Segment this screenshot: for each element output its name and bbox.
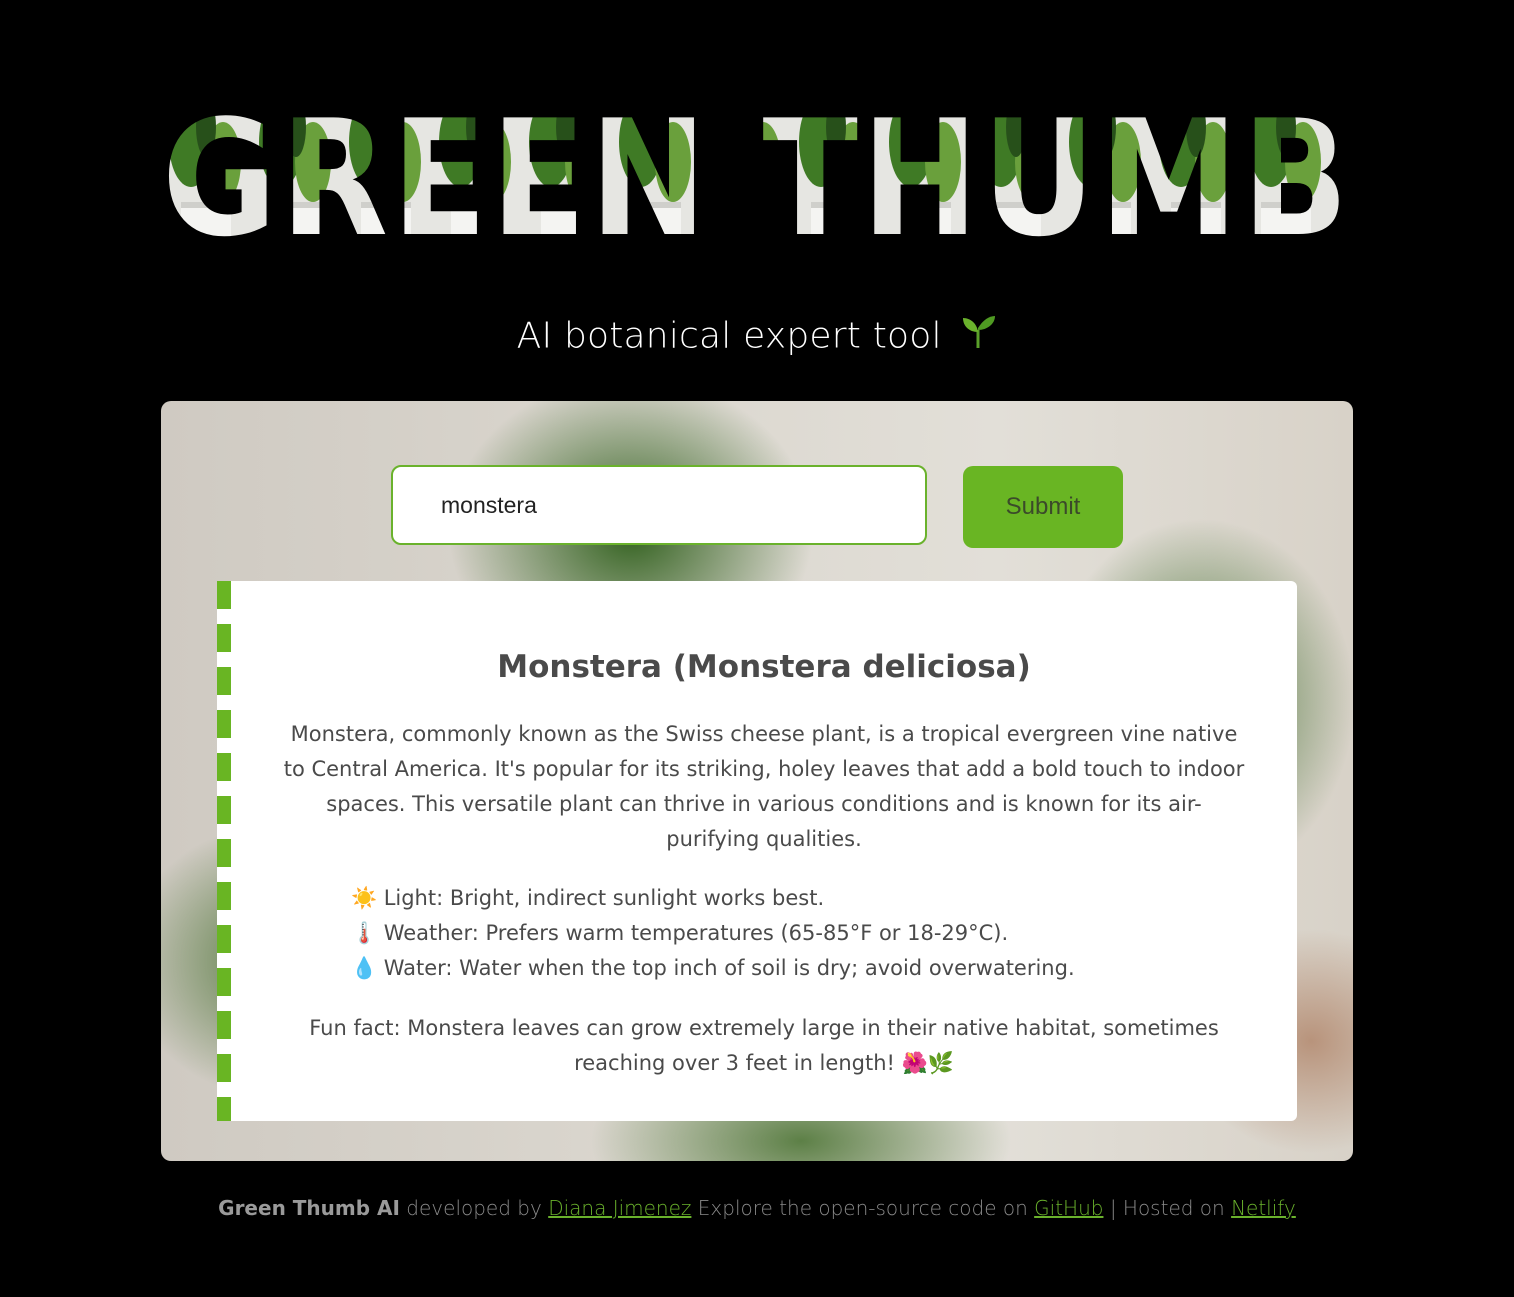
footer: Green Thumb AI developed by Diana Jimene… (0, 1192, 1514, 1224)
footer-developed-by: developed by (406, 1196, 542, 1220)
care-item-text: Weather: Prefers warm temperatures (65-8… (383, 921, 1009, 945)
result-panel: Monstera (Monstera deliciosa) Monstera, … (217, 581, 1297, 1121)
netlify-link[interactable]: Netlify (1231, 1196, 1296, 1220)
fun-fact: Fun fact: Monstera leaves can grow extre… (309, 1016, 1219, 1075)
care-list: ☀️ Light: Bright, indirect sunlight work… (351, 881, 1251, 986)
footer-explore: Explore the open-source code on (697, 1196, 1028, 1220)
submit-button[interactable]: Submit (963, 466, 1123, 548)
sun-icon: ☀️ (351, 886, 378, 910)
care-item-weather: 🌡️ Weather: Prefers warm temperatures (6… (351, 916, 1251, 951)
page-subtitle: AI botanical expert tool (0, 312, 1514, 363)
github-link[interactable]: GitHub (1034, 1196, 1103, 1220)
subtitle-text: AI botanical expert tool (516, 315, 942, 357)
page: GREEN THUMB AI botanical expert tool Sub… (0, 0, 1514, 1297)
search-input[interactable] (391, 465, 927, 545)
care-item-text: Light: Bright, indirect sunlight works b… (383, 886, 825, 910)
hero-title: GREEN THUMB (161, 92, 1353, 252)
footer-brand: Green Thumb AI (218, 1196, 400, 1220)
dashed-accent-border (217, 581, 231, 1121)
result-description: Monstera, commonly known as the Swiss ch… (283, 722, 1245, 851)
droplet-icon: 💧 (351, 956, 378, 980)
search-card: Submit Monstera (Monstera deliciosa) Mon… (161, 401, 1353, 1161)
result-title: Monstera (Monstera deliciosa) (497, 649, 1031, 685)
hero-title-graphic: GREEN THUMB (162, 92, 1352, 252)
care-item-light: ☀️ Light: Bright, indirect sunlight work… (351, 881, 1251, 916)
hero-title-text: GREEN THUMB (162, 92, 1352, 252)
footer-separator: | Hosted on (1109, 1196, 1225, 1220)
sprout-icon (959, 312, 997, 363)
care-item-text: Water: Water when the top inch of soil i… (383, 956, 1075, 980)
thermometer-icon: 🌡️ (351, 921, 378, 945)
care-item-water: 💧 Water: Water when the top inch of soil… (351, 951, 1251, 986)
author-link[interactable]: Diana Jimenez (548, 1196, 691, 1220)
